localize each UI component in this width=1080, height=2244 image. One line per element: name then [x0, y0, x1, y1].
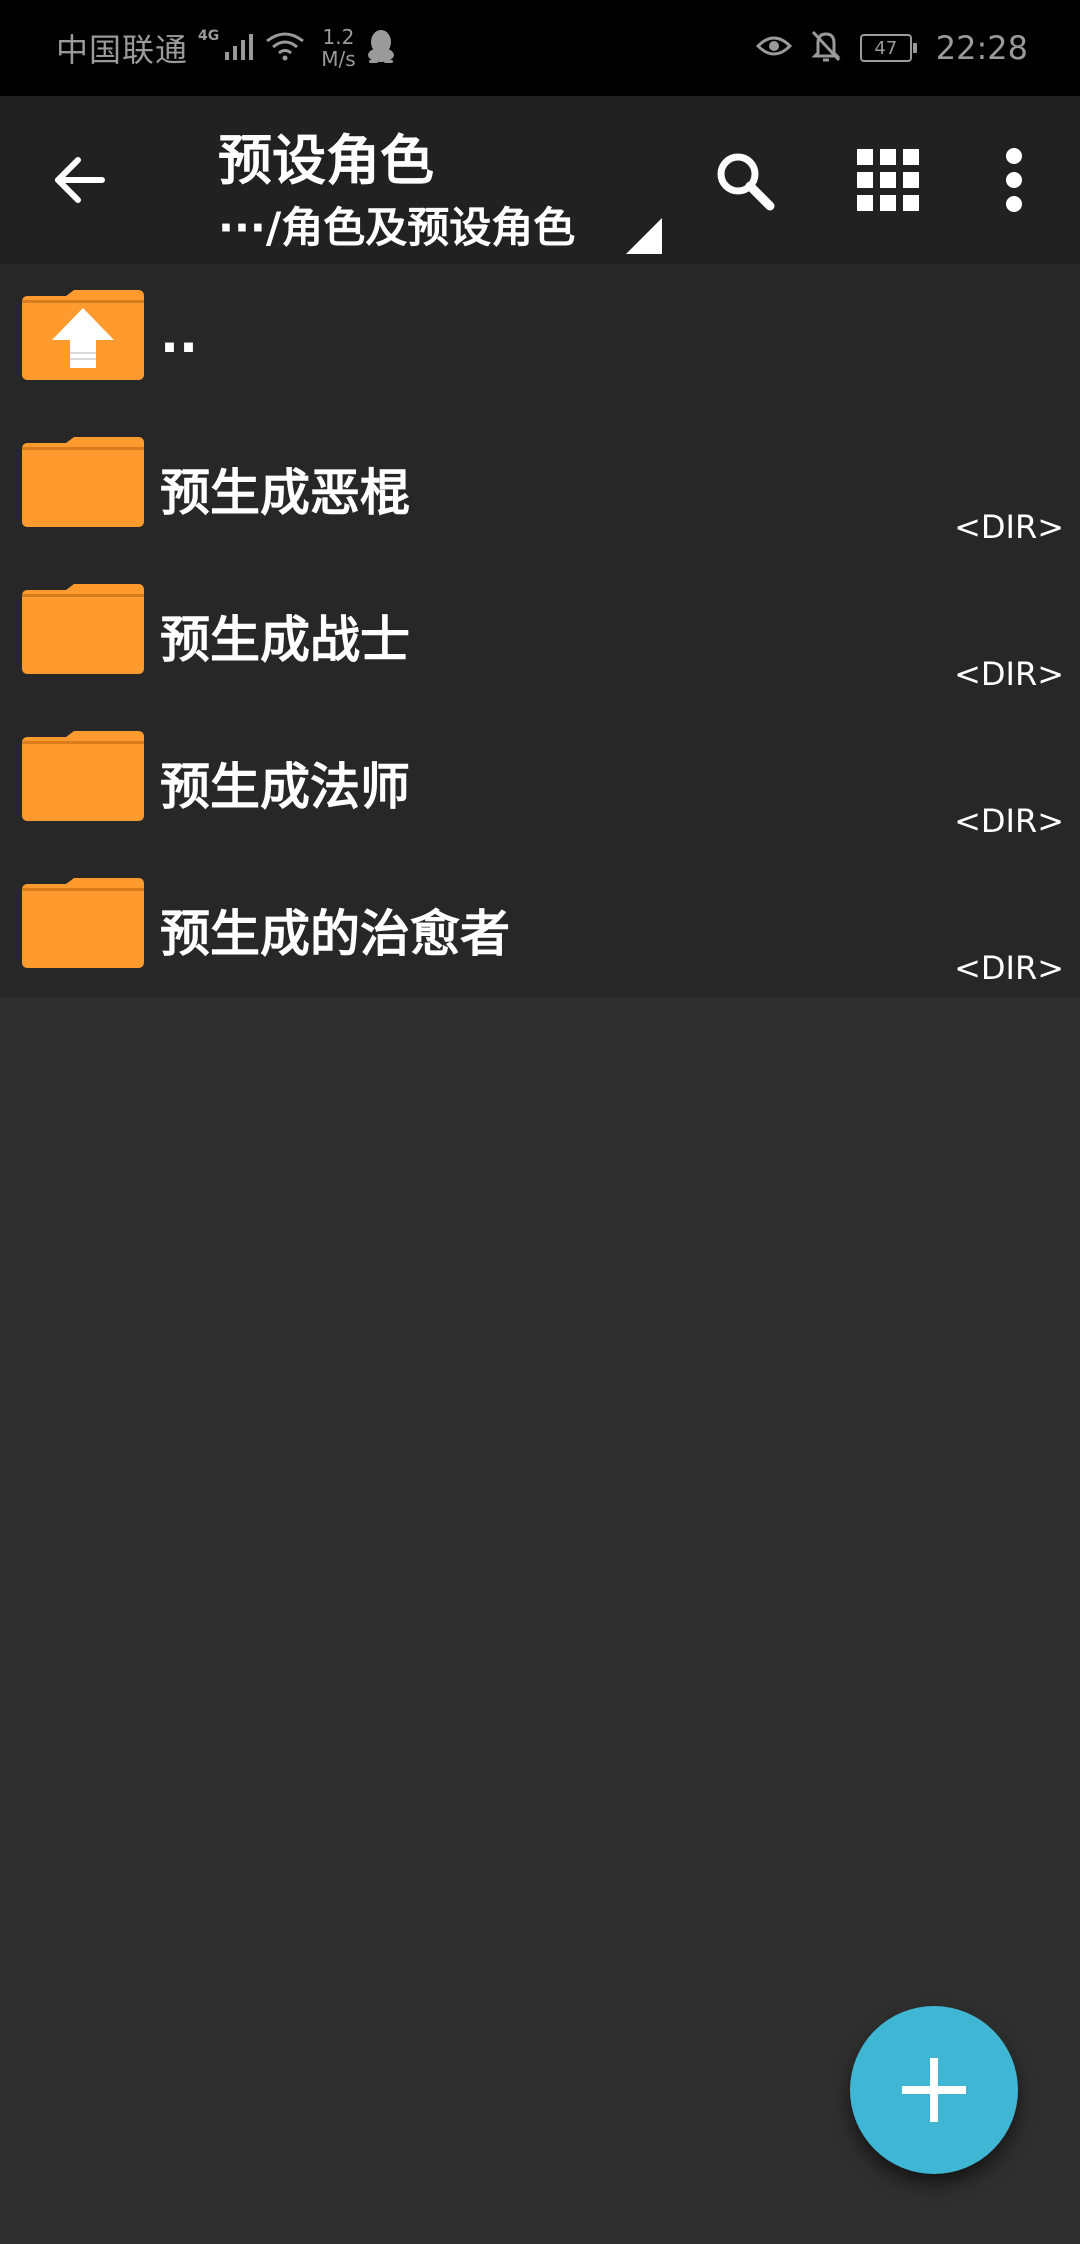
file-type: <DIR>	[954, 655, 1064, 693]
grid-icon	[857, 149, 919, 211]
page-title: 预设角色	[218, 129, 434, 192]
path-dropdown-icon[interactable]	[626, 218, 662, 254]
file-name: ..	[160, 306, 198, 364]
app-toolbar: 预设角色 ···/角色及预设角色	[0, 96, 1080, 264]
grid-view-button[interactable]	[850, 142, 926, 218]
status-time: 22:28	[935, 29, 1028, 67]
plus-icon	[902, 2058, 966, 2122]
file-row[interactable]: 预生成恶棍 <DIR>	[0, 411, 1080, 558]
battery-indicator: 47	[859, 34, 917, 62]
folder-icon	[22, 731, 144, 821]
file-row[interactable]: 预生成战士 <DIR>	[0, 558, 1080, 705]
arrow-left-icon	[55, 157, 105, 203]
parent-folder-icon	[22, 290, 144, 380]
file-row-parent[interactable]: ..	[0, 264, 1080, 411]
signal-icon	[225, 32, 255, 64]
file-list: .. 预生成恶棍 <DIR> 预生成战士 <DIR> 预生成法师 <DIR> 预…	[0, 264, 1080, 998]
file-name: 预生成战士	[160, 611, 410, 669]
folder-icon	[22, 437, 144, 527]
file-row[interactable]: 预生成法师 <DIR>	[0, 705, 1080, 852]
search-button[interactable]	[706, 142, 782, 218]
folder-icon	[22, 878, 144, 968]
add-fab-button[interactable]	[850, 2006, 1018, 2174]
status-right: 47 22:28	[755, 0, 1028, 96]
back-button[interactable]	[44, 144, 116, 216]
status-left: 中国联通 4G 1.2 M/s	[56, 0, 396, 96]
wifi-icon	[265, 31, 305, 65]
network-speed: 1.2 M/s	[321, 26, 355, 70]
status-bar: 中国联通 4G 1.2 M/s 47 22:28	[0, 0, 1080, 96]
file-type: <DIR>	[954, 949, 1064, 987]
mute-bell-icon	[810, 29, 842, 67]
file-manager-screen: 中国联通 4G 1.2 M/s 47 22:28 预设角色 ···/角色及预设角…	[0, 0, 1080, 2244]
current-path[interactable]: ···/角色及预设角色	[218, 194, 575, 255]
file-type: <DIR>	[954, 802, 1064, 840]
eye-icon	[755, 34, 792, 62]
file-name: 预生成的治愈者	[160, 905, 510, 963]
qq-icon	[366, 29, 396, 67]
more-vert-icon	[1006, 148, 1022, 212]
file-row[interactable]: 预生成的治愈者 <DIR>	[0, 852, 1080, 999]
speed-unit: M/s	[321, 47, 356, 71]
more-options-button[interactable]	[976, 142, 1052, 218]
network-type: 4G	[198, 28, 220, 44]
file-type: <DIR>	[954, 508, 1064, 546]
folder-icon	[22, 584, 144, 674]
file-name: 预生成法师	[160, 758, 410, 816]
carrier-name: 中国联通	[56, 31, 189, 69]
search-icon	[717, 153, 775, 211]
speed-value: 1.2	[322, 25, 355, 49]
file-name: 预生成恶棍	[160, 464, 410, 522]
